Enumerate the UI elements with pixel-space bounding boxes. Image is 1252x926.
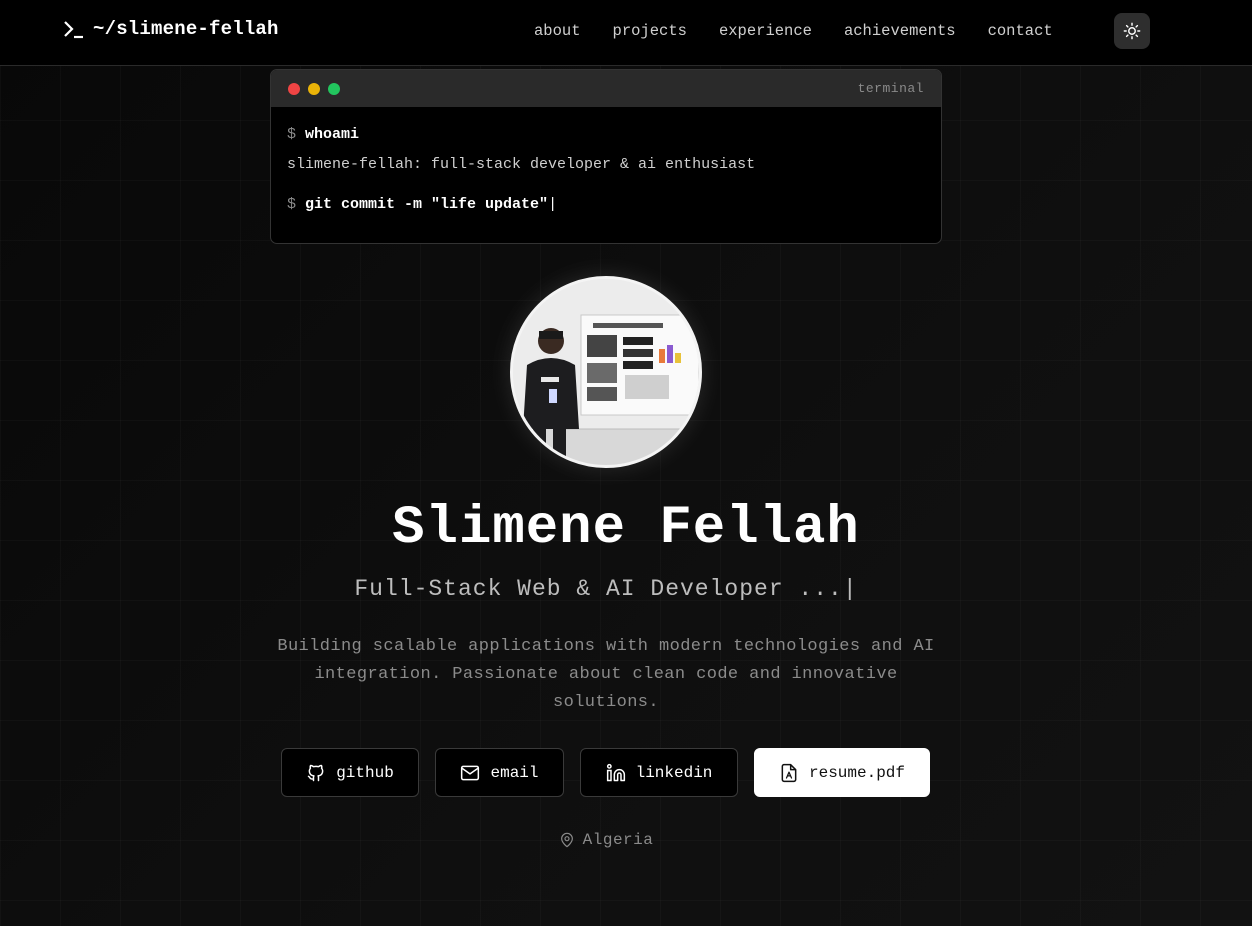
location: Algeria [0, 831, 1212, 849]
theme-toggle-button[interactable] [1114, 13, 1150, 49]
terminal-title-bar: terminal [271, 70, 941, 107]
email-button[interactable]: email [435, 748, 564, 797]
window-minimize-dot [308, 83, 320, 95]
github-button-label: github [336, 763, 394, 782]
terminal-command-line: $ git commit -m "life update"| [287, 195, 925, 227]
terminal-prompt-icon [64, 21, 83, 39]
prompt-symbol: $ [287, 126, 297, 143]
mail-icon [461, 765, 480, 780]
window-maximize-dot [328, 83, 340, 95]
nav-link-about[interactable]: about [518, 22, 597, 40]
window-close-dot [288, 83, 300, 95]
github-icon [307, 764, 324, 781]
file-icon [781, 763, 797, 782]
linkedin-button-label: linkedin [635, 763, 713, 782]
sun-icon [1123, 22, 1141, 40]
nav-link-projects[interactable]: projects [597, 22, 703, 40]
linkedin-button[interactable]: linkedin [580, 748, 738, 797]
terminal-command-line: $ whoami [287, 125, 925, 157]
brand-link[interactable]: ~/slimene-fellah [63, 18, 279, 40]
hero-name: Slimene Fellah [392, 498, 860, 559]
terminal-output-line: slimene-fellah: full-stack developer & a… [287, 156, 756, 173]
profile-photo [510, 276, 702, 468]
command-whoami: whoami [305, 126, 360, 143]
nav-link-contact[interactable]: contact [972, 22, 1069, 40]
email-button-label: email [490, 763, 539, 782]
terminal-window: terminal $ whoami slimene-fellah: full-st… [270, 69, 942, 244]
resume-download-button[interactable]: resume.pdf [754, 748, 930, 797]
top-nav: ~/slimene-fellah about projects experien… [0, 0, 1252, 66]
brand-text: ~/slimene-fellah [93, 18, 279, 40]
linkedin-icon [606, 763, 625, 781]
terminal-title: terminal [857, 81, 924, 96]
nav-link-experience[interactable]: experience [703, 22, 828, 40]
location-text: Algeria [582, 831, 654, 849]
map-pin-icon [560, 832, 573, 848]
hero-role: Full-Stack Web & AI Developer ...| [354, 576, 858, 602]
resume-button-label: resume.pdf [808, 763, 905, 782]
terminal-cursor: | [548, 196, 558, 213]
hero-description: Building scalable applications with mode… [277, 637, 935, 712]
nav-link-achievements[interactable]: achievements [828, 22, 972, 40]
command-git-commit: git commit -m "life update" [305, 196, 549, 213]
prompt-symbol: $ [287, 196, 297, 213]
github-button[interactable]: github [281, 748, 419, 797]
nav-links: about projects experience achievements c… [518, 0, 1069, 62]
terminal-body: $ whoami slimene-fellah: full-stack devel… [271, 107, 941, 227]
